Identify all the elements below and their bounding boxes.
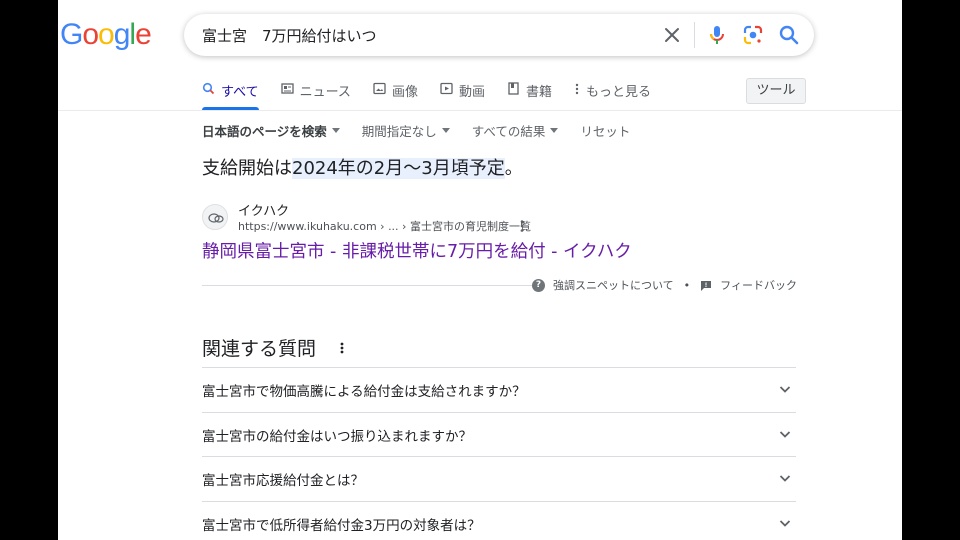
lens-camera-icon[interactable] [740, 22, 766, 48]
google-logo[interactable]: Google [60, 18, 152, 52]
related-question[interactable]: 富士宮市で物価高騰による給付金は支給されますか？ [202, 367, 796, 412]
chevron-down-icon [779, 386, 791, 393]
search-tabs: すべて ニュース 画像 動画 書籍 もっと見る [202, 78, 673, 110]
news-icon [280, 83, 294, 94]
tab-label: 動画 [458, 85, 485, 100]
question-text: 富士宮市で物価高騰による給付金は支給されますか？ [202, 384, 526, 400]
about-snippet-link[interactable]: 強調スニペットについて [553, 277, 674, 293]
question-text: 富士宮市応援給付金とは？ [202, 473, 364, 490]
related-question[interactable]: 富士宮市で低所得者給付金3万円の対象者は？ [202, 501, 796, 540]
microphone-icon[interactable] [704, 22, 730, 48]
tab-all[interactable]: すべて [202, 78, 259, 110]
tab-label: 書籍 [525, 85, 552, 100]
search-input[interactable]: 富士宮 7万円給付はいつ [202, 25, 377, 46]
related-questions-list: 富士宮市で物価高騰による給付金は支給されますか？ 富士宮市の給付金はいつ振り込ま… [202, 367, 796, 540]
featured-snippet-answer: 支給開始は2024年の2月～3月頃予定。 [202, 154, 523, 180]
answer-prefix: 支給開始は [202, 158, 292, 179]
clear-icon[interactable] [660, 23, 684, 47]
feedback-icon [701, 280, 712, 291]
chevron-down-icon [779, 431, 791, 438]
related-question[interactable]: 富士宮市の給付金はいつ振り込まれますか？ [202, 411, 796, 457]
tab-news[interactable]: ニュース [280, 78, 351, 110]
tab-videos[interactable]: 動画 [440, 78, 485, 110]
question-text: 富士宮市で低所得者給付金3万円の対象者は？ [202, 518, 481, 535]
snippet-footer: ? 強調スニペットについて • フィードバック [532, 277, 797, 293]
feedback-link[interactable]: フィードバック [720, 277, 797, 293]
caret-down-icon [331, 128, 340, 133]
question-text: 富士宮市の給付金はいつ振り込まれますか？ [202, 428, 472, 445]
logo-letter: G [60, 18, 83, 51]
language-filter-label: 日本語のページを検索 [202, 124, 327, 139]
logo-letter: o [98, 18, 115, 51]
more-options-icon[interactable] [516, 218, 528, 234]
search-icon[interactable] [776, 22, 802, 48]
tab-label: ニュース [299, 85, 351, 100]
more-vert-icon[interactable] [338, 340, 346, 356]
search-divider [694, 22, 695, 48]
answer-highlight: 2024年の2月～3月頃予定 [292, 158, 505, 179]
related-question[interactable]: 富士宮市応援給付金とは？ [202, 456, 796, 501]
result-title-link[interactable]: 静岡県富士宮市 - 非課税世帯に7万円を給付 - イクハク [202, 238, 632, 263]
chevron-down-icon [779, 475, 791, 483]
separator: • [683, 278, 691, 292]
related-questions-title: 関連する質問 [202, 338, 317, 360]
results-filter-label: すべての結果 [471, 124, 546, 139]
logo-letter: e [135, 18, 152, 51]
more-vert-icon [575, 83, 579, 95]
caret-down-icon [441, 128, 450, 133]
header-divider [58, 110, 902, 111]
tab-label: 画像 [391, 85, 418, 100]
period-filter[interactable]: 期間指定なし [362, 121, 450, 140]
answer-suffix: 。 [504, 158, 523, 179]
language-filter[interactable]: 日本語のページを検索 [202, 121, 340, 140]
image-icon [373, 82, 386, 95]
logo-letter: o [82, 18, 99, 51]
tab-books[interactable]: 書籍 [507, 78, 552, 110]
help-icon: ? [532, 278, 545, 292]
results-filter[interactable]: すべての結果 [472, 121, 559, 140]
search-results-page: Google 富士宮 7万円給付はいつ すべて ニュース 画像 動画 書籍 もっ… [58, 0, 902, 540]
site-favicon[interactable] [202, 204, 228, 230]
logo-letter: g [113, 18, 131, 51]
search-icon [202, 82, 215, 95]
site-url[interactable]: https://www.ikuhaku.com › ... › 富士宮市の育児制… [238, 218, 531, 234]
tools-button[interactable]: ツール [746, 78, 806, 104]
tab-label: すべて [221, 85, 259, 100]
snippet-divider [202, 285, 534, 286]
filter-row: 日本語のページを検索 期間指定なし すべての結果 リセット [202, 121, 652, 140]
chevron-down-icon [779, 520, 791, 527]
book-icon [508, 82, 519, 95]
tab-more[interactable]: もっと見る [574, 78, 651, 110]
tab-label: もっと見る [585, 85, 651, 100]
caret-down-icon [550, 128, 559, 133]
video-icon [440, 82, 453, 95]
tab-images[interactable]: 画像 [373, 78, 418, 110]
site-name[interactable]: イクハク [238, 200, 289, 219]
search-box[interactable]: 富士宮 7万円給付はいつ [184, 14, 814, 56]
reset-link[interactable]: リセット [580, 121, 630, 140]
period-filter-label: 期間指定なし [361, 124, 437, 139]
